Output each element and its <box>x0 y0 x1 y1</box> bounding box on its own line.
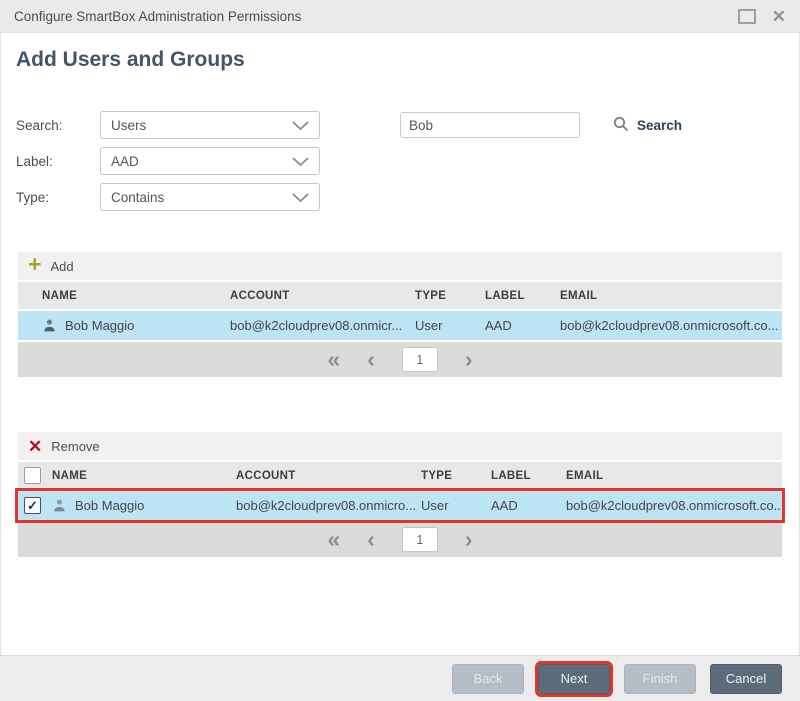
label-dropdown[interactable]: AAD <box>100 147 320 175</box>
page-number-box[interactable]: 1 <box>401 347 438 372</box>
add-table-header: NAME ACCOUNT TYPE LABEL EMAIL <box>18 282 782 311</box>
label-dropdown-value: AAD <box>111 153 139 169</box>
name-cell: Bob Maggio <box>52 498 236 513</box>
finish-button[interactable]: Finish <box>624 663 696 694</box>
search-button-label: Search <box>637 117 683 133</box>
row-account: bob@k2cloudprev08.onmicr... <box>230 318 403 333</box>
row-label: AAD <box>485 318 512 333</box>
plus-icon: + <box>28 251 42 277</box>
dialog-footer: Back Next Finish Cancel <box>0 655 800 701</box>
user-icon <box>42 318 57 333</box>
column-header-account: ACCOUNT <box>230 289 290 302</box>
add-button-label: Add <box>50 258 74 274</box>
search-type-dropdown-value: Users <box>111 117 147 133</box>
first-page-icon[interactable]: « <box>327 528 340 551</box>
column-header-label: LABEL <box>485 289 525 302</box>
row-type: User <box>421 498 449 513</box>
close-icon[interactable]: ✕ <box>772 8 786 25</box>
next-page-icon[interactable]: › <box>465 528 473 551</box>
next-page-icon[interactable]: › <box>465 348 473 371</box>
row-name: Bob Maggio <box>75 498 145 513</box>
row-type: User <box>415 318 443 333</box>
column-header-type: TYPE <box>415 289 447 302</box>
search-label: Search: <box>16 117 63 133</box>
label-label: Label: <box>16 153 53 169</box>
configure-permissions-dialog: Configure SmartBox Administration Permis… <box>0 0 800 701</box>
label-form-row: Label: AAD <box>0 147 800 175</box>
remove-x-icon: ✕ <box>28 436 43 456</box>
window-controls: ✕ <box>737 8 786 25</box>
back-button[interactable]: Back <box>452 663 524 694</box>
add-button[interactable]: + Add <box>18 252 782 282</box>
column-header-email: EMAIL <box>566 469 604 482</box>
chevron-down-icon <box>292 192 309 202</box>
row-email: bob@k2cloudprev08.onmicrosoft.co... <box>560 318 779 333</box>
row-name: Bob Maggio <box>65 318 135 333</box>
column-header-account: ACCOUNT <box>236 469 296 482</box>
add-table-row-bob-maggio[interactable]: Bob Maggio bob@k2cloudprev08.onmicr... U… <box>18 311 782 340</box>
chevron-down-icon <box>292 156 309 166</box>
search-button[interactable]: Search <box>613 111 682 139</box>
column-header-name: NAME <box>42 289 78 302</box>
name-cell: Bob Maggio <box>18 318 230 333</box>
type-label: Type: <box>16 189 50 205</box>
search-icon <box>613 116 629 135</box>
row-email: bob@k2cloudprev08.onmicrosoft.co... <box>566 498 785 513</box>
add-results-table: + Add NAME ACCOUNT TYPE LABEL EMAIL Bob … <box>18 252 782 377</box>
chevron-down-icon <box>292 120 309 130</box>
row-checkbox-checked[interactable]: ✓ <box>24 497 41 514</box>
column-header-name: NAME <box>52 469 88 482</box>
page-number-box[interactable]: 1 <box>401 527 438 552</box>
previous-page-icon[interactable]: ‹ <box>367 528 375 551</box>
maximize-icon[interactable] <box>737 8 756 24</box>
row-label: AAD <box>491 498 518 513</box>
column-header-type: TYPE <box>421 469 453 482</box>
previous-page-icon[interactable]: ‹ <box>367 348 375 371</box>
remove-button-label: Remove <box>51 438 100 454</box>
search-input[interactable] <box>400 112 580 138</box>
type-dropdown[interactable]: Contains <box>100 183 320 211</box>
page-title: Add Users and Groups <box>16 48 245 71</box>
column-header-email: EMAIL <box>560 289 598 302</box>
window-title: Configure SmartBox Administration Permis… <box>14 8 302 24</box>
add-table-pagination: « ‹ 1 › <box>18 340 782 377</box>
row-account: bob@k2cloudprev08.onmicro... <box>236 498 417 513</box>
user-icon <box>52 498 67 513</box>
remove-table-row-bob-maggio[interactable]: ✓ Bob Maggio bob@k2cloudprev08.onmicro..… <box>15 488 785 523</box>
remove-table-header: NAME ACCOUNT TYPE LABEL EMAIL <box>18 462 782 491</box>
remove-button[interactable]: ✕ Remove <box>18 432 782 462</box>
checkmark-icon: ✓ <box>27 498 38 513</box>
cancel-button[interactable]: Cancel <box>710 663 782 694</box>
title-bar: Configure SmartBox Administration Permis… <box>0 0 800 33</box>
search-type-dropdown[interactable]: Users <box>100 111 320 139</box>
remove-results-table: ✕ Remove NAME ACCOUNT TYPE LABEL EMAIL ✓… <box>15 432 785 557</box>
first-page-icon[interactable]: « <box>327 348 340 371</box>
search-form-row: Search: Users Search <box>0 111 800 139</box>
remove-table-pagination: « ‹ 1 › <box>18 520 782 557</box>
select-all-checkbox[interactable] <box>24 467 41 484</box>
type-dropdown-value: Contains <box>111 189 165 205</box>
column-header-label: LABEL <box>491 469 531 482</box>
type-form-row: Type: Contains <box>0 183 800 211</box>
next-button[interactable]: Next <box>535 660 613 697</box>
